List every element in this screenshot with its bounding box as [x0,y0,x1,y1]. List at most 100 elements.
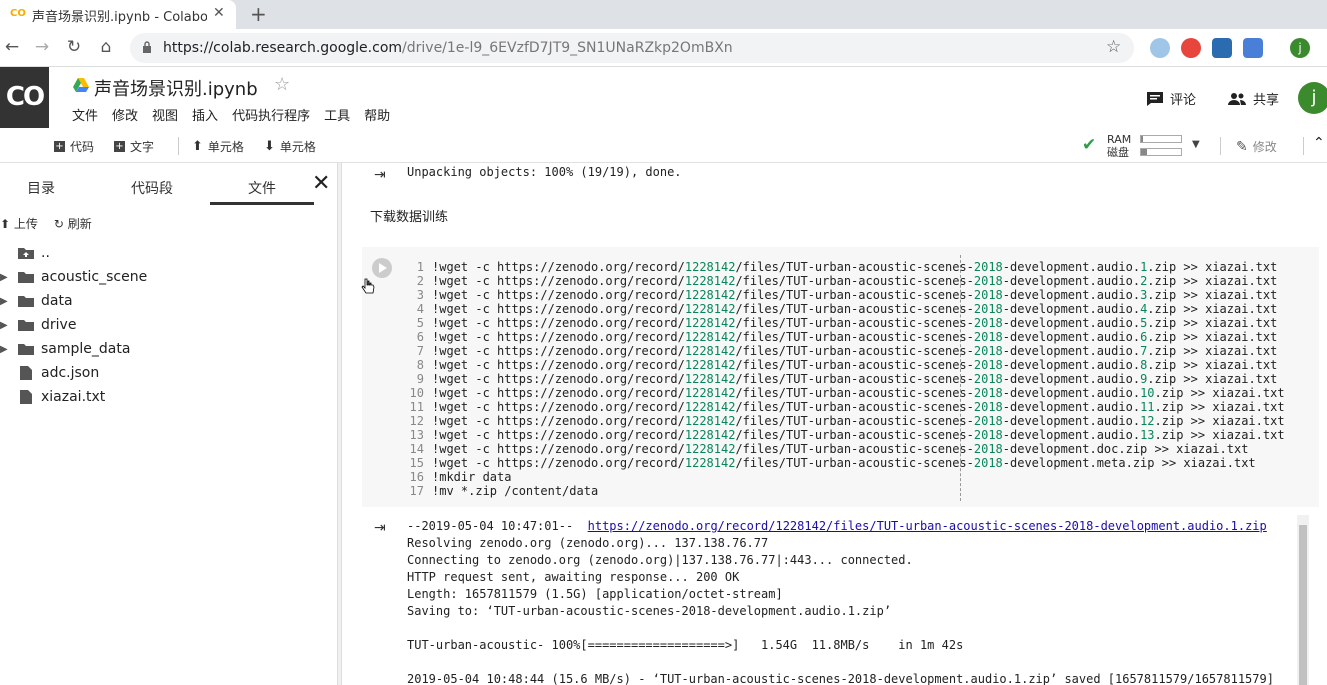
collapse-header-icon[interactable]: ⌃ [1313,135,1325,151]
code-token: -development.audio. [1002,344,1141,358]
line-number: 17 [409,484,424,498]
new-tab-icon[interactable]: + [250,2,267,26]
code-line: 14 !wget -c https://zenodo.org/record/122… [402,442,1285,456]
google-drive-icon [73,78,89,92]
refresh-button[interactable]: ↻ 刷新 [54,215,92,232]
star-icon[interactable]: ☆ [274,74,290,95]
code-line: 2 !wget -c https://zenodo.org/record/1228… [402,274,1285,288]
share-button[interactable]: 共享 [1227,89,1279,108]
expand-caret-icon[interactable]: ▶ [0,296,8,307]
menu-edit[interactable]: 修改 [112,105,138,124]
menu-tools[interactable]: 工具 [324,105,350,124]
notebook-title[interactable]: 声音场景识别.ipynb [94,75,258,101]
code-token: -development.audio. [1002,428,1141,442]
edit-mode-button[interactable]: ✎ 修改 [1236,138,1277,155]
screenshot-extension-icon[interactable] [1212,38,1232,58]
home-icon[interactable]: ⌂ [96,37,116,57]
code-line: 12 !wget -c https://zenodo.org/record/122… [402,414,1285,428]
code-number: 2018 [973,274,1003,288]
code-token: .zip >> xiazai.txt [1154,400,1285,414]
address-bar[interactable]: https://colab.research.google.com/drive/… [130,33,1134,63]
menu-help[interactable]: 帮助 [364,105,390,124]
window-control[interactable] [1308,0,1327,29]
code-token: /files/TUT-urban-acoustic-scenes- [735,442,974,456]
forward-icon[interactable]: → [32,37,52,57]
code-token: -development.audio. [1002,414,1141,428]
code-token: !wget -c https://zenodo.org/record/ [432,288,685,302]
download-link[interactable]: https://zenodo.org/record/1228142/files/… [588,519,1267,533]
output-scrollbar[interactable] [1297,515,1309,685]
people-icon [1228,92,1246,105]
output-arrow-icon[interactable]: ⇥ [374,520,386,536]
tab-code-snippets[interactable]: 代码段 [131,178,173,198]
code-token: /files/TUT-urban-acoustic-scenes- [735,288,974,302]
line-number: 12 [409,414,424,428]
arrow-up-icon: ⬆ [192,139,203,154]
profile-avatar[interactable]: j [1290,38,1310,58]
menu-runtime[interactable]: 代码执行程序 [232,105,310,124]
tab-files[interactable]: 文件 [248,178,276,198]
reload-icon[interactable]: ↻ [64,37,84,57]
line-number: 2 [416,274,424,288]
comment-button[interactable]: 评论 [1146,89,1196,108]
text-cell[interactable]: 下载数据训练 [370,206,448,225]
translate-extension-icon[interactable] [1243,38,1263,58]
line-number: 16 [409,470,424,484]
code-line: 17 !mv *.zip /content/data [402,484,1285,498]
folder-icon [18,320,34,331]
close-sidebar-icon[interactable]: ✕ [312,171,330,196]
menu-insert[interactable]: 插入 [192,105,218,124]
colab-logo[interactable]: CO [0,67,49,128]
back-icon[interactable]: ← [2,37,22,57]
add-code-button[interactable]: + 代码 [54,138,94,155]
upload-button[interactable]: ⬆ 上传 [0,215,38,232]
expand-caret-icon[interactable]: ▶ [0,272,8,283]
code-text: !wget -c https://zenodo.org/record/12281… [432,302,1277,316]
browser-tab[interactable]: CO 声音场景识别.ipynb - Colabor ✕ [0,0,236,29]
code-token: .zip >> xiazai.txt [1154,414,1285,428]
active-tab-indicator [210,202,314,205]
expand-caret-icon[interactable]: ▶ [0,320,8,331]
left-sidebar: 目录 代码段 文件 ✕ ⬆ 上传 ↻ 刷新 .. ▶ acoustic_scen… [0,163,338,685]
menu-file[interactable]: 文件 [72,105,98,124]
code-number: 2018 [973,428,1003,442]
extension-icon[interactable] [1150,38,1170,58]
code-number: 1228142 [684,330,736,344]
file-actions: ⬆ 上传 ↻ 刷新 [0,215,92,232]
output-arrow-icon[interactable]: ⇥ [374,167,386,183]
code-token: -development.audio. [1002,372,1141,386]
adblock-extension-icon[interactable] [1181,38,1201,58]
chevron-down-icon[interactable]: ▼ [1192,139,1200,150]
code-number: 1228142 [684,386,736,400]
code-token: .zip >> xiazai.txt [1147,316,1278,330]
code-text: !wget -c https://zenodo.org/record/12281… [432,414,1285,428]
tab-close-icon[interactable]: ✕ [213,5,225,21]
code-number: 1228142 [684,428,736,442]
code-token: -development.audio. [1002,260,1141,274]
line-number: 9 [416,372,424,386]
file-name: drive [41,317,77,333]
tab-table-of-contents[interactable]: 目录 [27,178,55,198]
code-token: !wget -c https://zenodo.org/record/ [432,330,685,344]
menu-view[interactable]: 视图 [152,105,178,124]
code-token: .zip >> xiazai.txt [1147,260,1278,274]
output-line: Length: 1657811579 (1.5G) [application/o… [407,586,1274,603]
ram-label: RAM [1107,133,1132,146]
code-cell[interactable]: 1 !wget -c https://zenodo.org/record/1228… [362,247,1319,507]
code-token: .zip >> xiazai.txt [1147,358,1278,372]
code-text: !wget -c https://zenodo.org/record/12281… [432,400,1285,414]
bookmark-star-icon[interactable]: ☆ [1106,37,1121,57]
code-token: !wget -c https://zenodo.org/record/ [432,316,685,330]
expand-caret-icon[interactable]: ▶ [0,344,8,355]
menubar: 文件 修改 视图 插入 代码执行程序 工具 帮助 [72,105,390,124]
scrollbar-thumb[interactable] [1299,525,1307,685]
output-text: HTTP request sent, awaiting response... … [407,570,740,584]
move-cell-up-button[interactable]: ⬆ 单元格 [192,138,244,155]
add-text-button[interactable]: + 文字 [114,138,154,155]
move-cell-down-button[interactable]: ⬇ 单元格 [264,138,316,155]
sidebar-resize-handle[interactable] [338,163,342,685]
run-cell-icon[interactable] [372,258,392,278]
resource-monitor[interactable]: RAM 磁盘 [1107,133,1131,159]
code-editor[interactable]: 1 !wget -c https://zenodo.org/record/1228… [402,260,1285,498]
account-avatar[interactable]: j [1298,82,1327,114]
